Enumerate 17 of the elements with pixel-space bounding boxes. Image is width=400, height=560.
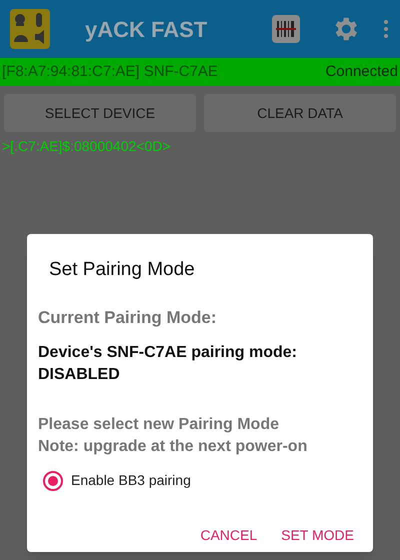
sensor-grid-icon bbox=[10, 9, 50, 49]
radio-option[interactable]: Enable BB3 pairing bbox=[43, 470, 362, 491]
dialog-button[interactable]: CANCEL bbox=[192, 519, 266, 552]
action-button[interactable]: SELECT DEVICE bbox=[4, 94, 196, 132]
more-options-icon[interactable] bbox=[382, 20, 390, 38]
barcode-scanner-icon[interactable] bbox=[272, 15, 300, 43]
dialog-button[interactable]: SET MODE bbox=[273, 519, 362, 552]
current-mode-label: Current Pairing Mode: bbox=[38, 306, 218, 329]
log-line: >[.C7:AE]$:08000402<0D> bbox=[1, 137, 172, 156]
action-button[interactable]: CLEAR DATA bbox=[204, 94, 396, 132]
current-mode-value: Device's SNF-C7AE pairing mode: DISABLED bbox=[38, 343, 298, 385]
app-title: yACK FAST bbox=[85, 16, 208, 44]
radio-icon[interactable] bbox=[43, 470, 63, 490]
connection-status: Connected bbox=[325, 62, 398, 82]
dialog-title: Set Pairing Mode bbox=[49, 258, 196, 282]
prompt-text: Please select new Pairing Mode Note: upgrade at the next power-on bbox=[38, 415, 308, 457]
device-label: [F8:A7:94:81:C7:AE] SNF-C7AE bbox=[2, 62, 218, 82]
